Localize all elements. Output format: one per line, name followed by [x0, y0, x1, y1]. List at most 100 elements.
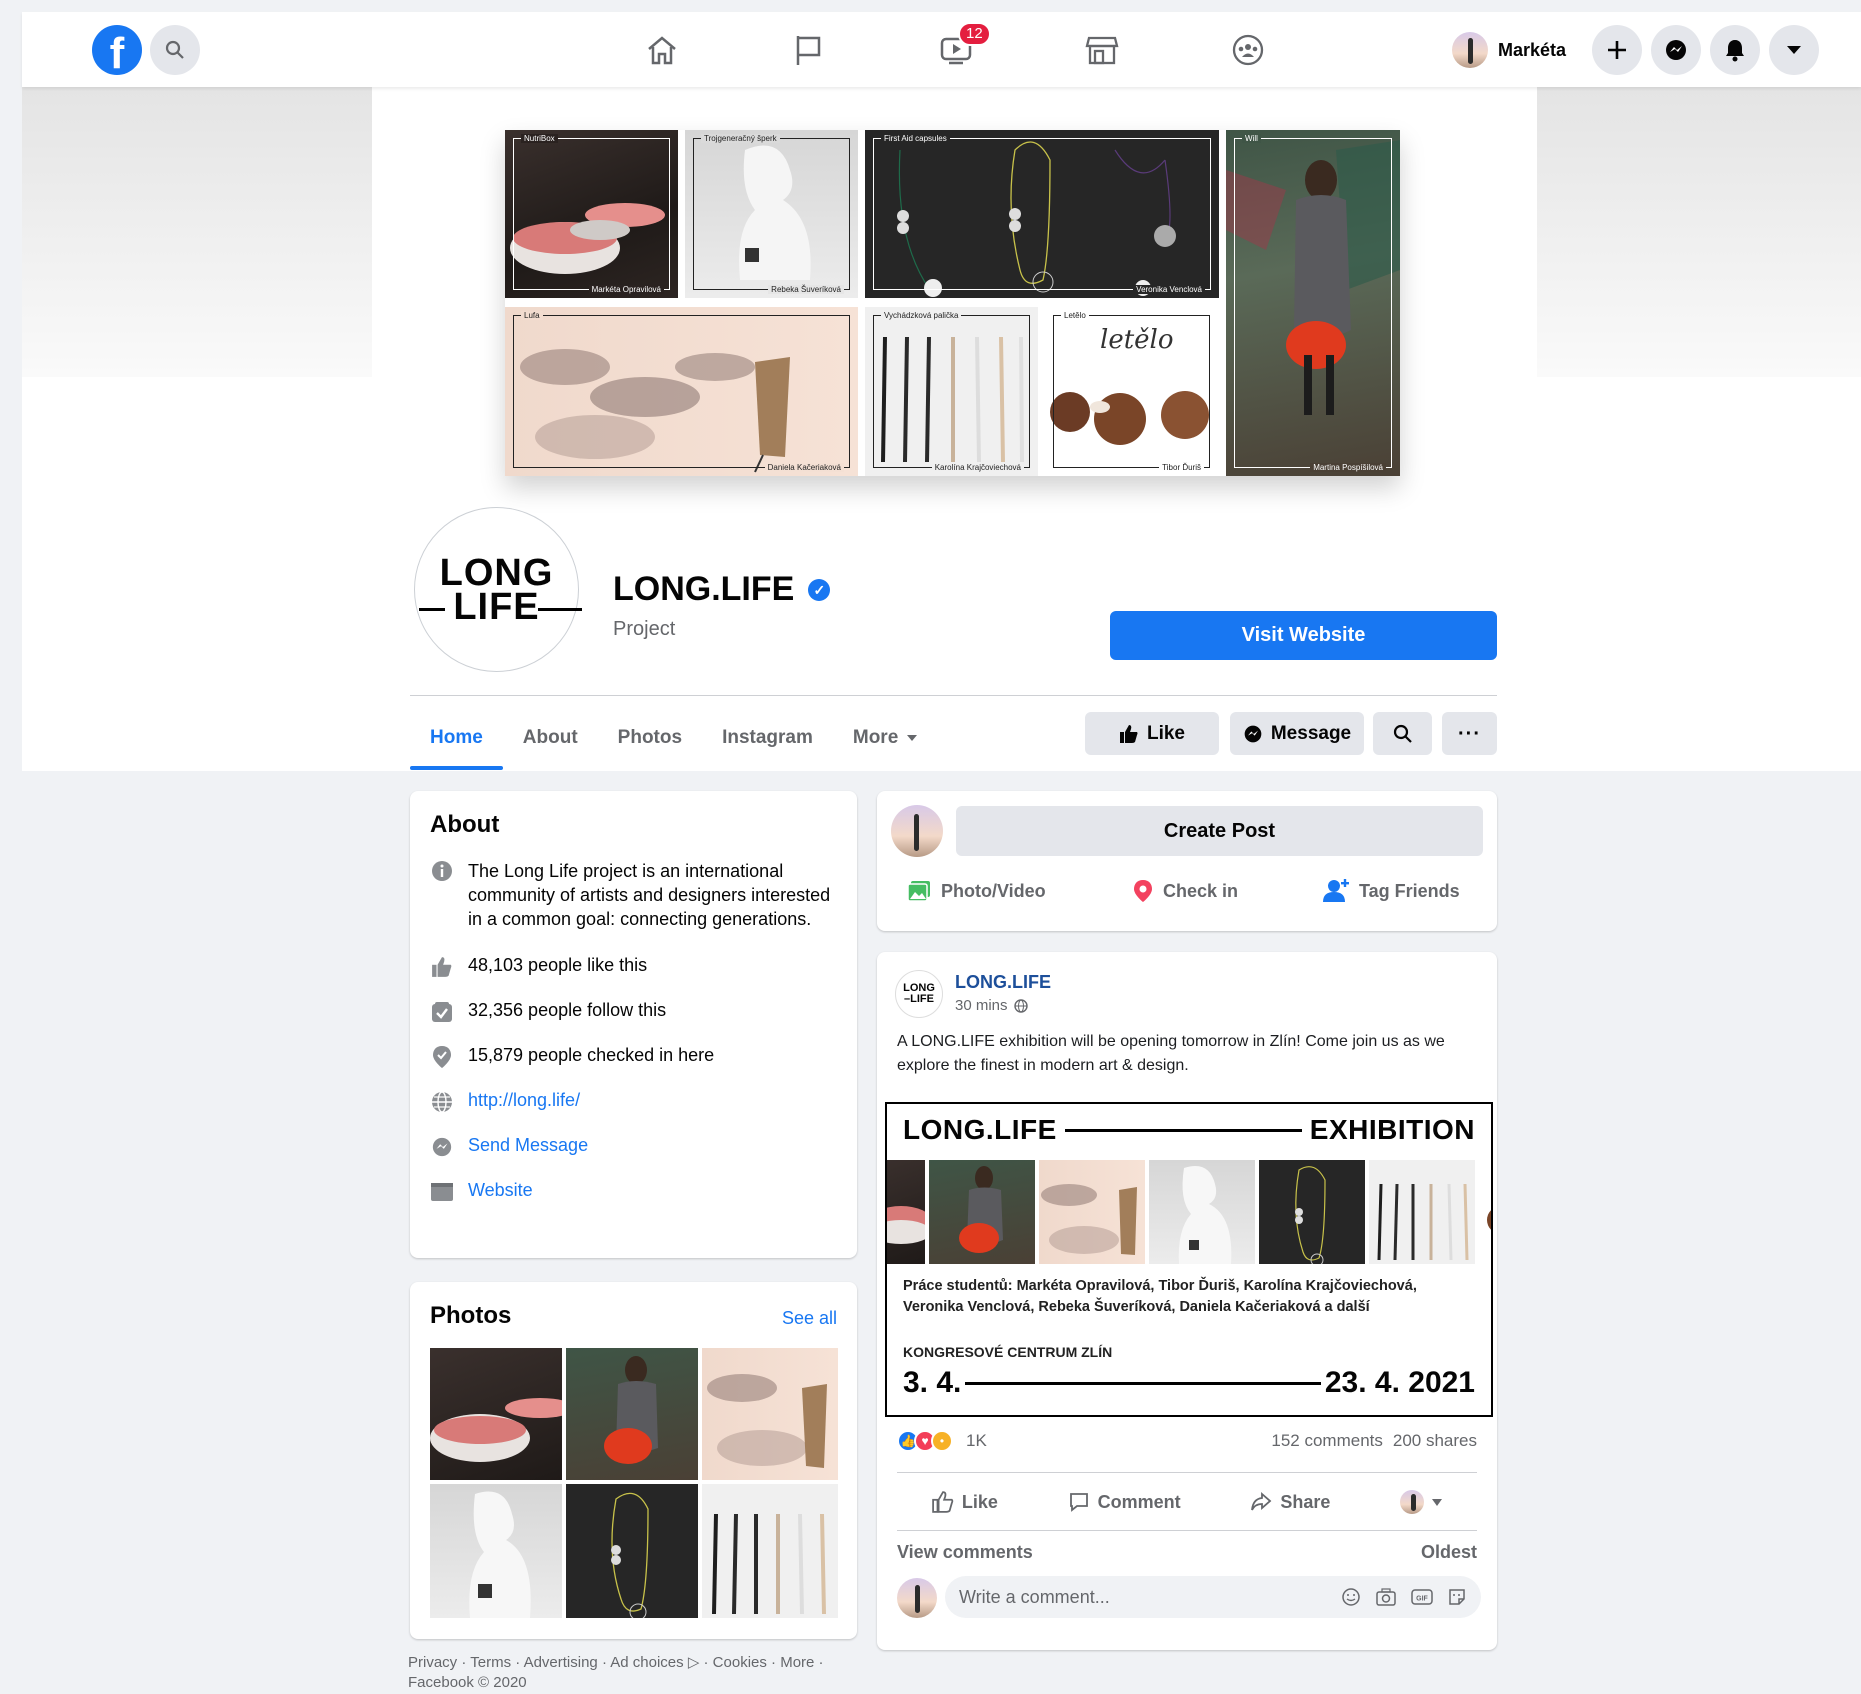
visit-website-button[interactable]: Visit Website	[1110, 611, 1497, 660]
account-menu-chevron-down-icon[interactable]	[1769, 25, 1819, 75]
tab-about[interactable]: About	[503, 706, 598, 770]
comment-bubble-icon	[1069, 1493, 1088, 1512]
check-in-button[interactable]: Check in	[1133, 869, 1238, 913]
avatar	[897, 1578, 937, 1618]
cover-tile-title: Letělo	[1061, 311, 1089, 320]
post-body-text: A LONG.LIFE exhibition will be opening t…	[897, 1033, 1445, 1074]
poster-strip-image	[1369, 1160, 1475, 1264]
website-link[interactable]: Website	[468, 1180, 533, 1201]
about-checkins-row: 15,879 people checked in here	[430, 1045, 714, 1069]
cover-tile-author: Karolína Krajčoviechová	[931, 463, 1024, 472]
post-reactions-bar: 👍 ♥ • 1K 152 comments 200 shares	[897, 1430, 1477, 1452]
photo-thumbnail[interactable]	[566, 1348, 698, 1480]
comment-sort-dropdown[interactable]: Oldest	[1421, 1542, 1477, 1563]
message-button[interactable]: Message	[1230, 712, 1364, 755]
see-all-photos-link[interactable]: See all	[782, 1308, 837, 1329]
photo-video-label: Photo/Video	[941, 880, 1046, 901]
chevron-down-icon	[907, 735, 918, 741]
tab-photos[interactable]: Photos	[598, 706, 702, 770]
groups-icon[interactable]	[1228, 30, 1268, 70]
post-timestamp[interactable]: 30 mins	[955, 997, 1008, 1014]
user-profile-chip[interactable]: Markéta	[1452, 25, 1566, 75]
send-message-link[interactable]: Send Message	[468, 1135, 588, 1156]
post-share-button[interactable]: Share	[1250, 1491, 1330, 1513]
sticker-icon[interactable]	[1447, 1587, 1467, 1607]
about-card: About The Long Life project is an intern…	[410, 791, 857, 1258]
photo-thumbnail[interactable]	[430, 1484, 562, 1618]
website-url-link[interactable]: http://long.life/	[468, 1090, 580, 1111]
cover-tile-author: Rebeka Šuveríková	[768, 285, 844, 294]
profile-picture[interactable]: LONG LIFE	[414, 507, 583, 672]
poster-strip-image	[1259, 1160, 1365, 1264]
photo-gallery-icon	[907, 881, 930, 902]
photo-thumbnail[interactable]	[702, 1484, 838, 1618]
cover-tile-will: Will Martina Pospíšilová	[1226, 130, 1400, 476]
like-page-button[interactable]: Like	[1085, 712, 1219, 755]
photo-thumbnail[interactable]	[566, 1484, 698, 1618]
poster-venue: KONGRESOVÉ CENTRUM ZLÍN	[903, 1344, 1113, 1360]
post-author-link[interactable]: LONG.LIFE	[955, 972, 1051, 993]
messenger-icon	[1244, 725, 1262, 742]
comment-input[interactable]: Write a comment... GIF	[945, 1576, 1481, 1618]
page-title: LONG.LIFE ✓	[613, 570, 831, 609]
post-composer: Create Post Photo/Video Check in Tag Fri…	[877, 791, 1497, 931]
location-pin-icon	[1134, 880, 1152, 902]
top-navigation-bar: f 12 Markéta	[22, 12, 1861, 87]
profile-logo-line2: LIFE	[419, 585, 583, 628]
camera-icon[interactable]	[1375, 1587, 1397, 1607]
post-as-selector[interactable]	[1400, 1490, 1443, 1514]
post-image-exhibition-poster[interactable]: LONG.LIFE EXHIBITION Práce studentů: Mar…	[885, 1102, 1493, 1417]
view-comments-link[interactable]: View comments	[897, 1542, 1033, 1563]
cover-tile-lufa: Lufa Daniela Kačeriaková	[505, 307, 858, 476]
facebook-logo-icon[interactable]: f	[92, 25, 142, 75]
cover-tile-author: Veronika Venclová	[1133, 285, 1205, 294]
poster-title-left: LONG.LIFE	[903, 1114, 1057, 1145]
comments-count[interactable]: 152 comments	[1271, 1431, 1383, 1451]
messenger-icon[interactable]	[1651, 25, 1701, 75]
notifications-bell-icon[interactable]	[1710, 25, 1760, 75]
thumbs-up-icon	[1119, 724, 1138, 743]
cover-tile-author: Martina Pospíšilová	[1310, 463, 1386, 472]
tab-more[interactable]: More	[833, 706, 938, 770]
emoji-icon[interactable]	[1341, 1587, 1361, 1607]
photo-video-button[interactable]: Photo/Video	[907, 869, 1046, 913]
photo-thumbnail[interactable]	[702, 1348, 838, 1480]
search-icon[interactable]	[150, 25, 200, 75]
poster-strip-image	[1479, 1160, 1491, 1264]
cover-tile-title: Lufa	[521, 311, 543, 320]
cover-background-left	[22, 87, 372, 377]
post-action-bar: Like Comment Share	[897, 1480, 1477, 1524]
page-search-button[interactable]	[1373, 712, 1432, 755]
post-like-button[interactable]: Like	[932, 1491, 998, 1513]
about-send-message-row: Send Message	[430, 1135, 588, 1159]
about-website-row: http://long.life/	[430, 1090, 580, 1114]
like-label: Like	[1146, 722, 1186, 744]
cover-tile-title: First Aid capsules	[881, 134, 950, 143]
marketplace-icon[interactable]	[1082, 30, 1122, 70]
post-author-avatar[interactable]: LONG –LIFE	[895, 970, 943, 1018]
about-follows-row: 32,356 people follow this	[430, 1000, 666, 1024]
tag-friends-button[interactable]: Tag Friends	[1323, 869, 1460, 913]
shares-count[interactable]: 200 shares	[1393, 1431, 1477, 1451]
more-options-button[interactable]: ···	[1442, 712, 1497, 755]
tab-home[interactable]: Home	[410, 706, 503, 770]
watch-video-icon[interactable]: 12	[936, 22, 991, 70]
poster-names-line2: Veronika Venclová, Rebeka Šuveríková, Da…	[903, 1299, 1370, 1315]
gif-icon[interactable]: GIF	[1411, 1587, 1433, 1607]
post-share-label: Share	[1280, 1491, 1331, 1512]
avatar	[1400, 1490, 1425, 1514]
post-comment-button[interactable]: Comment	[1068, 1491, 1181, 1513]
home-icon[interactable]	[642, 30, 682, 70]
create-post-button[interactable]: Create Post	[956, 806, 1483, 856]
footer-links[interactable]: Privacy · Terms · Advertising · Ad choic…	[408, 1653, 848, 1693]
notification-badge: 12	[958, 22, 991, 46]
tab-instagram[interactable]: Instagram	[702, 706, 833, 770]
create-plus-icon[interactable]	[1592, 25, 1642, 75]
flag-pages-icon[interactable]	[788, 30, 828, 70]
poster-title: LONG.LIFE EXHIBITION	[903, 1114, 1475, 1146]
photo-thumbnail[interactable]	[430, 1348, 562, 1480]
post-like-label: Like	[961, 1491, 998, 1512]
cover-tile-title: Trojgeneračný šperk	[701, 134, 780, 143]
verified-badge-icon: ✓	[808, 578, 831, 601]
reaction-summary[interactable]: 👍 ♥ • 1K	[897, 1430, 987, 1452]
